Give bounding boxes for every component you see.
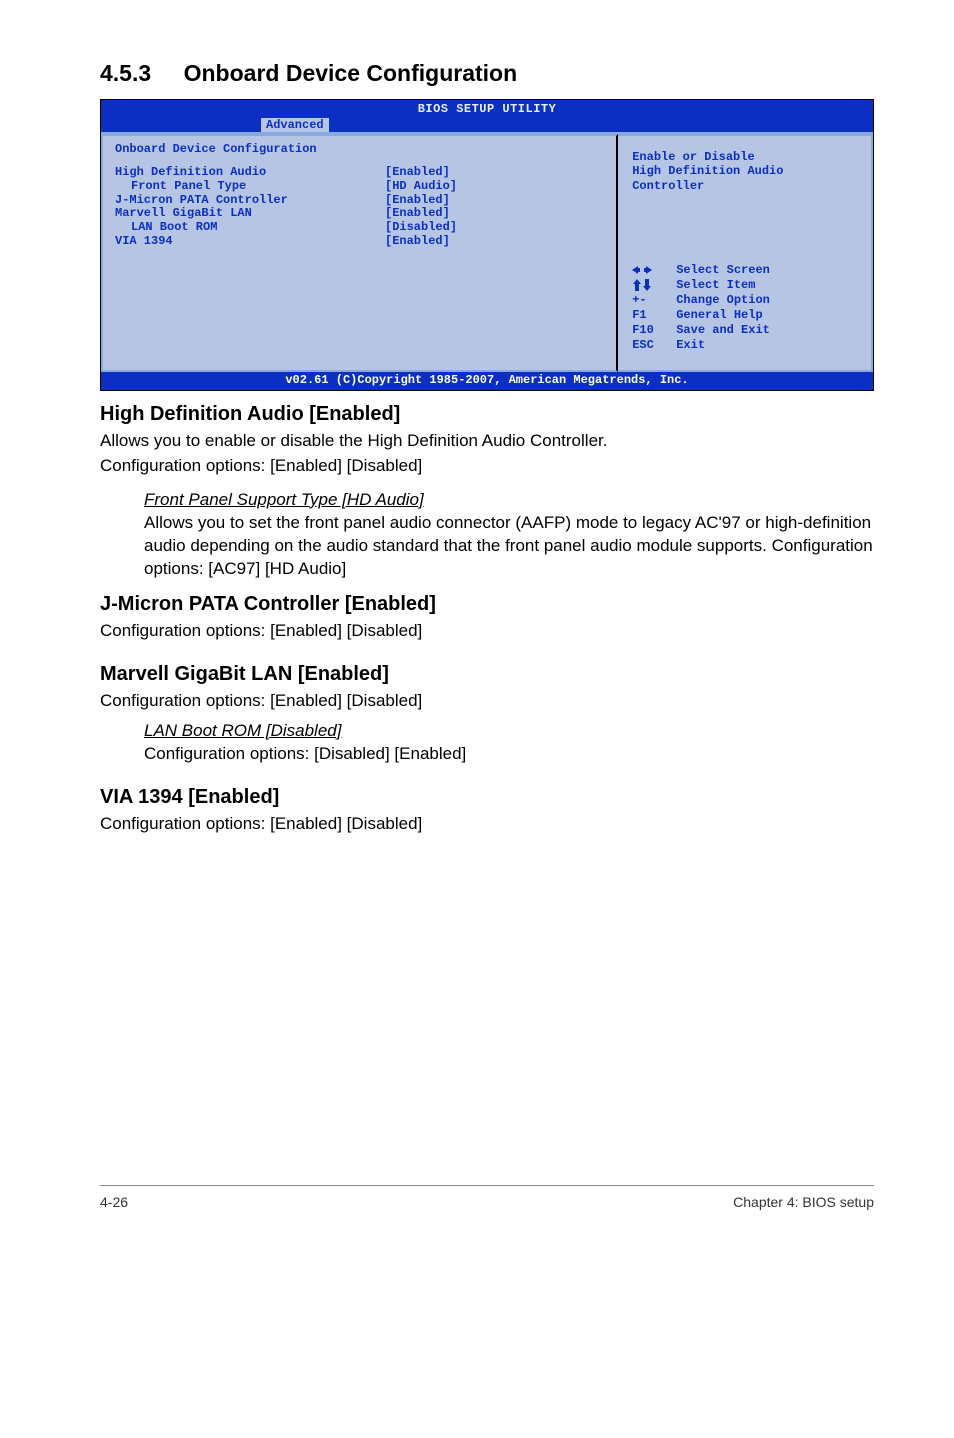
paragraph: Allows you to set the front panel audio … bbox=[144, 512, 874, 581]
paragraph: Configuration options: [Disabled] [Enabl… bbox=[144, 743, 874, 766]
bios-label: Marvell GigaBit LAN bbox=[115, 207, 385, 221]
bios-help-line: High Definition Audio bbox=[632, 164, 861, 178]
bios-key-label: Exit bbox=[676, 338, 705, 353]
left-right-arrow-icon bbox=[632, 263, 676, 278]
bios-help-line: Enable or Disable bbox=[632, 150, 861, 164]
bios-key-label: General Help bbox=[676, 308, 762, 323]
section-heading: 4.5.3 Onboard Device Configuration bbox=[100, 60, 874, 87]
bios-row-marvell[interactable]: Marvell GigaBit LAN [Enabled] bbox=[115, 207, 604, 221]
bios-panel-heading: Onboard Device Configuration bbox=[115, 142, 604, 156]
paragraph: Configuration options: [Enabled] [Disabl… bbox=[100, 690, 874, 713]
bios-key-label: Change Option bbox=[676, 293, 770, 308]
sub-subhead-frontpanel: Front Panel Support Type [HD Audio] bbox=[144, 490, 424, 510]
bios-footer: v02.61 (C)Copyright 1985-2007, American … bbox=[101, 372, 873, 390]
bios-key: +- bbox=[632, 293, 676, 308]
bios-value: [Enabled] bbox=[385, 194, 450, 208]
bios-right-pane: Enable or Disable High Definition Audio … bbox=[618, 134, 873, 372]
section-title: Onboard Device Configuration bbox=[184, 60, 518, 87]
bios-tab-row: Advanced bbox=[101, 118, 873, 132]
subhead-via1394: VIA 1394 [Enabled] bbox=[100, 786, 874, 809]
bios-help-line: Controller bbox=[632, 179, 861, 193]
bios-tab-advanced[interactable]: Advanced bbox=[261, 118, 329, 132]
bios-row-hdaudio[interactable]: High Definition Audio [Enabled] bbox=[115, 166, 604, 180]
bios-value: [Enabled] bbox=[385, 235, 450, 249]
paragraph: Configuration options: [Enabled] [Disabl… bbox=[100, 813, 874, 836]
bios-left-pane: Onboard Device Configuration High Defini… bbox=[101, 134, 618, 372]
paragraph: Configuration options: [Enabled] [Disabl… bbox=[100, 620, 874, 643]
chapter-label: Chapter 4: BIOS setup bbox=[733, 1194, 874, 1210]
bios-key: F1 bbox=[632, 308, 676, 323]
bios-title: BIOS SETUP UTILITY bbox=[101, 100, 873, 116]
bios-key-label: Select Item bbox=[676, 278, 755, 293]
page-number: 4-26 bbox=[100, 1194, 128, 1210]
bios-key-help: Select Screen Select Item +- Change Opti… bbox=[632, 263, 861, 353]
subhead-marvell: Marvell GigaBit LAN [Enabled] bbox=[100, 663, 874, 686]
bios-label: J-Micron PATA Controller bbox=[115, 194, 385, 208]
bios-row-frontpanel[interactable]: Front Panel Type [HD Audio] bbox=[115, 180, 604, 194]
bios-value: [HD Audio] bbox=[385, 180, 457, 194]
bios-value: [Enabled] bbox=[385, 207, 450, 221]
section-number: 4.5.3 bbox=[100, 60, 151, 87]
bios-row-via1394[interactable]: VIA 1394 [Enabled] bbox=[115, 235, 604, 249]
bios-key-label: Select Screen bbox=[676, 263, 770, 278]
up-down-arrow-icon bbox=[632, 278, 676, 293]
page-footer: 4-26 Chapter 4: BIOS setup bbox=[100, 1185, 874, 1210]
bios-key: F10 bbox=[632, 323, 676, 338]
bios-label: Front Panel Type bbox=[131, 180, 385, 194]
bios-row-jmicron[interactable]: J-Micron PATA Controller [Enabled] bbox=[115, 194, 604, 208]
bios-label: High Definition Audio bbox=[115, 166, 385, 180]
bios-row-lanboot[interactable]: LAN Boot ROM [Disabled] bbox=[115, 221, 604, 235]
subhead-hdaudio: High Definition Audio [Enabled] bbox=[100, 403, 874, 426]
bios-value: [Disabled] bbox=[385, 221, 457, 235]
paragraph: Allows you to enable or disable the High… bbox=[100, 430, 874, 453]
paragraph: Configuration options: [Enabled] [Disabl… bbox=[100, 455, 874, 478]
bios-label: LAN Boot ROM bbox=[131, 221, 385, 235]
sub-subhead-lanboot: LAN Boot ROM [Disabled] bbox=[144, 721, 341, 741]
bios-label: VIA 1394 bbox=[115, 235, 385, 249]
bios-panel: BIOS SETUP UTILITY Advanced Onboard Devi… bbox=[100, 99, 874, 391]
bios-help-text: Enable or Disable High Definition Audio … bbox=[632, 150, 861, 193]
bios-key-label: Save and Exit bbox=[676, 323, 770, 338]
subhead-jmicron: J-Micron PATA Controller [Enabled] bbox=[100, 593, 874, 616]
bios-key: ESC bbox=[632, 338, 676, 353]
bios-value: [Enabled] bbox=[385, 166, 450, 180]
